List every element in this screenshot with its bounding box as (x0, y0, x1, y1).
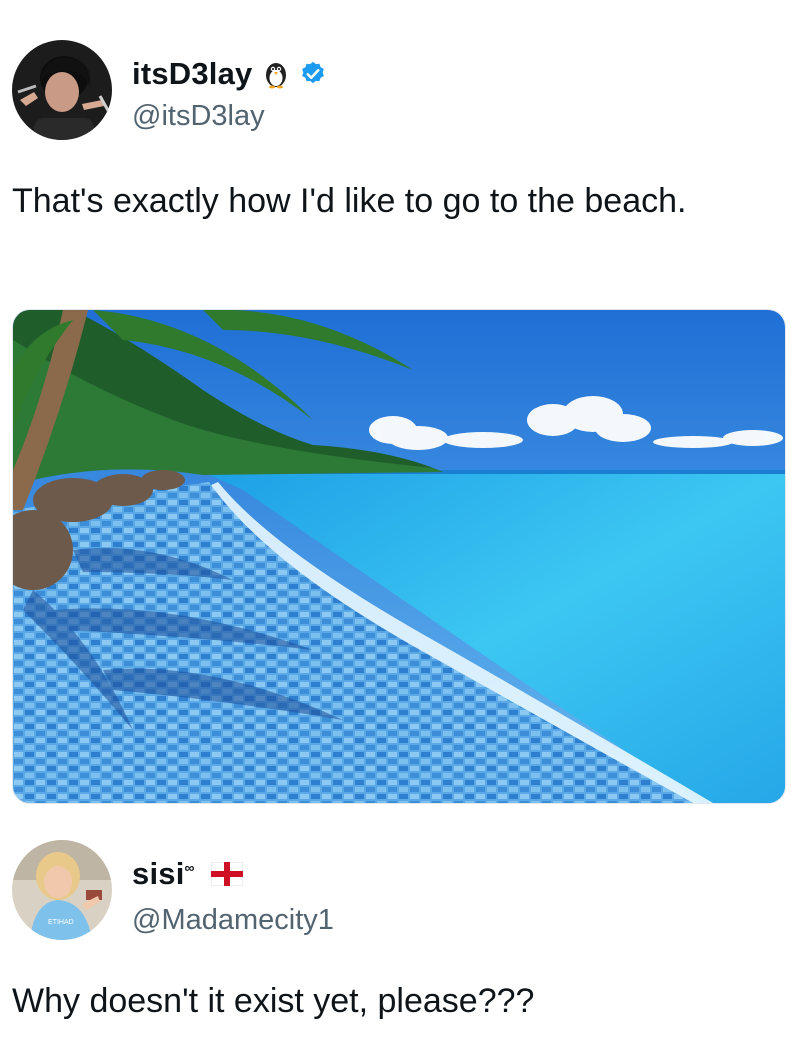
avatar[interactable]: ETIHAD (12, 840, 112, 940)
handle[interactable]: @Madamecity1 (132, 904, 334, 937)
reply-text: Why doesn't it exist yet, please??? (12, 982, 535, 1020)
tweet-text: That's exactly how I'd like to go to the… (12, 182, 687, 220)
england-flag-icon (210, 861, 244, 887)
verified-badge-icon (299, 60, 327, 88)
reply: ETIHAD sisi∞ @Madamecity1 Why doesn't it… (0, 808, 800, 1058)
penguin-icon (261, 59, 291, 89)
reply-header: ETIHAD sisi∞ @Madamecity1 (12, 840, 792, 950)
tweet-media-image[interactable] (12, 309, 786, 804)
handle[interactable]: @itsD3lay (132, 100, 265, 133)
tweet-header: itsD3lay @itsD3lay (12, 40, 792, 150)
display-name[interactable]: sisi∞ (132, 856, 195, 892)
tweet: itsD3lay @itsD3lay That's exactly how I'… (0, 0, 800, 808)
display-name-superscript: ∞ (184, 859, 195, 876)
display-name[interactable]: itsD3lay (132, 56, 253, 92)
avatar[interactable] (12, 40, 112, 140)
svg-text:ETIHAD: ETIHAD (48, 919, 74, 926)
